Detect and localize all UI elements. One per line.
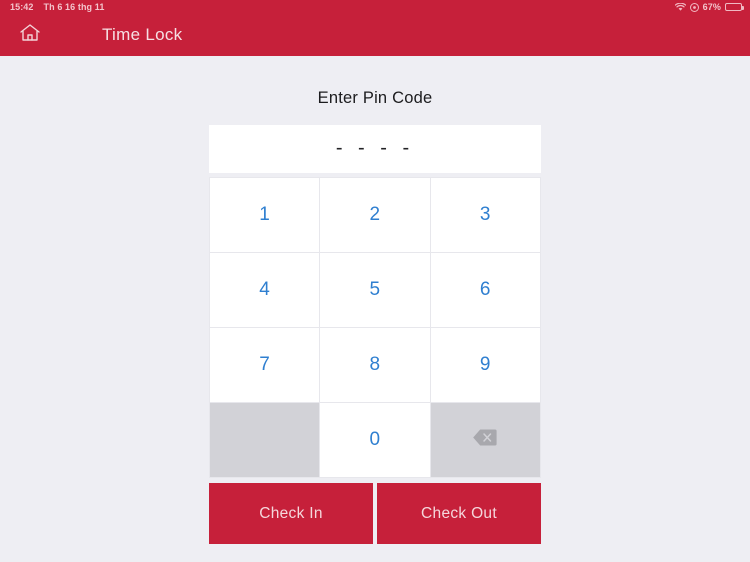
- keypad-key-3[interactable]: 3: [430, 178, 540, 252]
- keypad-key-label: 1: [259, 204, 271, 225]
- keypad-key-1[interactable]: 1: [210, 178, 320, 252]
- pin-display-value: - - - -: [335, 136, 415, 159]
- keypad-key-0[interactable]: 0: [320, 403, 430, 477]
- action-buttons: Check In Check Out: [209, 483, 541, 544]
- battery-percent-label: 67%: [702, 2, 721, 12]
- keypad-key-label: 7: [259, 354, 271, 375]
- status-bar-right: 67%: [674, 2, 744, 12]
- battery-icon: [725, 3, 744, 11]
- rotation-lock-icon: [689, 2, 699, 12]
- keypad-key-label: 3: [479, 204, 491, 225]
- keypad-key-label: 2: [369, 204, 381, 225]
- keypad-key-6[interactable]: 6: [430, 253, 540, 327]
- keypad-key-7[interactable]: 7: [210, 328, 320, 402]
- status-bar-left: 15:42 Th 6 16 thg 11: [10, 2, 104, 12]
- backspace-icon: [472, 428, 498, 452]
- home-button[interactable]: [8, 15, 52, 55]
- keypad-key-label: 9: [479, 354, 491, 375]
- main-content: Enter Pin Code - - - - 1 2 3 4 5 6 7 8 9…: [0, 56, 750, 562]
- pin-entry-panel: - - - - 1 2 3 4 5 6 7 8 9 0 Check In Che…: [209, 125, 541, 544]
- keypad-key-label: 5: [369, 279, 381, 300]
- status-bar: 15:42 Th 6 16 thg 11 67%: [0, 0, 750, 14]
- nav-bar: Time Lock: [0, 14, 750, 56]
- pin-display[interactable]: - - - -: [209, 125, 541, 173]
- check-out-button[interactable]: Check Out: [377, 483, 541, 544]
- enter-pin-code-heading: Enter Pin Code: [317, 89, 433, 107]
- home-icon: [19, 23, 41, 48]
- keypad-key-9[interactable]: 9: [430, 328, 540, 402]
- keypad-key-blank: [210, 403, 320, 477]
- keypad-key-label: 6: [479, 279, 491, 300]
- check-in-button[interactable]: Check In: [209, 483, 373, 544]
- status-date: Th 6 16 thg 11: [43, 2, 105, 12]
- numeric-keypad: 1 2 3 4 5 6 7 8 9 0: [209, 177, 541, 478]
- page-title: Time Lock: [102, 25, 183, 44]
- keypad-key-backspace[interactable]: [430, 403, 540, 477]
- keypad-key-8[interactable]: 8: [320, 328, 430, 402]
- status-time: 15:42: [10, 2, 34, 12]
- keypad-key-2[interactable]: 2: [320, 178, 430, 252]
- keypad-key-label: 4: [259, 279, 271, 300]
- keypad-key-4[interactable]: 4: [210, 253, 320, 327]
- keypad-key-5[interactable]: 5: [320, 253, 430, 327]
- keypad-key-label: 8: [369, 354, 381, 375]
- wifi-icon: [674, 2, 686, 12]
- keypad-key-label: 0: [369, 429, 381, 450]
